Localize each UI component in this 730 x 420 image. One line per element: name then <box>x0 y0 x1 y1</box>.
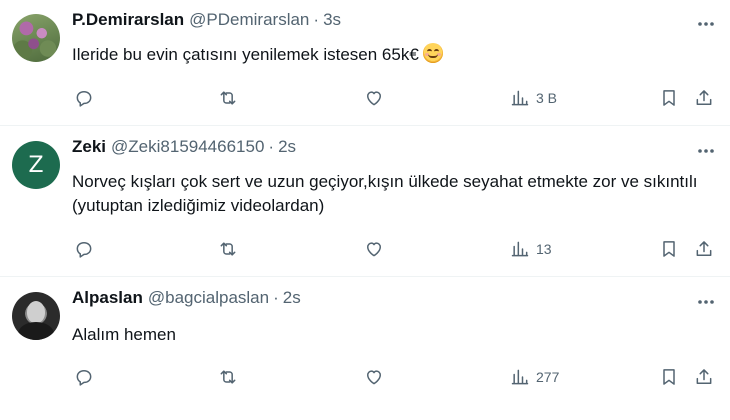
share-button[interactable] <box>694 86 714 110</box>
bookmark-button[interactable] <box>659 237 679 261</box>
retweet-button[interactable] <box>218 365 238 389</box>
share-icon <box>696 90 712 105</box>
tweet-actions: 277 <box>72 365 718 389</box>
display-name[interactable]: P.Demirarslan <box>72 10 184 30</box>
views-button[interactable]: 277 <box>510 365 559 389</box>
avatar[interactable]: Z <box>12 141 60 189</box>
reply-icon <box>76 370 92 386</box>
display-name[interactable]: Alpaslan <box>72 288 143 308</box>
avatar[interactable] <box>12 292 60 340</box>
share-button[interactable] <box>694 237 714 261</box>
tweet-1[interactable]: P.Demirarslan @PDemirarslan · 3s Ileride… <box>0 0 730 126</box>
timestamp[interactable]: 3s <box>323 10 341 30</box>
tweet-actions: 13 <box>72 237 718 261</box>
avatar[interactable] <box>12 14 60 62</box>
tweet-text: Alalım hemen <box>72 325 176 344</box>
ellipsis-icon <box>698 300 714 304</box>
tweet-text: Norveç kışları çok sert ve uzun geçiyor,… <box>72 172 698 215</box>
views-button[interactable]: 3 B <box>510 86 557 110</box>
user-handle[interactable]: @Zeki81594466150 <box>111 137 264 157</box>
share-button[interactable] <box>694 365 714 389</box>
more-options-button[interactable] <box>696 14 716 34</box>
avatar-letter: Z <box>28 152 44 178</box>
bookmark-button[interactable] <box>659 86 679 110</box>
bookmark-button[interactable] <box>659 365 679 389</box>
user-handle[interactable]: @PDemirarslan <box>189 10 309 30</box>
more-options-button[interactable] <box>696 292 716 312</box>
ellipsis-icon <box>698 149 714 153</box>
bar-chart-icon <box>511 369 529 385</box>
share-icon <box>696 369 712 384</box>
bookmark-icon <box>663 369 675 385</box>
views-count: 277 <box>536 369 560 385</box>
views-count: 13 <box>536 241 552 257</box>
reply-button[interactable] <box>74 365 94 389</box>
views-count: 3 B <box>536 90 558 106</box>
timestamp[interactable]: 2s <box>283 288 301 308</box>
reply-icon <box>76 91 92 107</box>
heart-icon <box>367 242 381 257</box>
retweet-icon <box>220 370 236 384</box>
like-button[interactable] <box>364 237 384 261</box>
smiling-face-emoji-icon <box>422 43 443 63</box>
reply-button[interactable] <box>74 237 94 261</box>
share-icon <box>696 241 712 256</box>
heart-icon <box>367 370 381 385</box>
tweet-header: Zeki @Zeki81594466150 · 2s <box>72 137 296 157</box>
retweet-button[interactable] <box>218 86 238 110</box>
retweet-icon <box>220 91 236 105</box>
separator-dot: · <box>273 288 279 307</box>
tweet-text-content: Ileride bu evin çatısını yenilemek istes… <box>72 45 419 64</box>
reply-button[interactable] <box>74 86 94 110</box>
separator-dot: · <box>268 137 275 156</box>
timestamp[interactable]: 2s <box>278 137 296 157</box>
bar-chart-icon <box>511 241 529 257</box>
bar-chart-icon <box>511 90 529 106</box>
tweet-3[interactable]: Alpaslan @bagcialpaslan · 2s Alalım heme… <box>0 278 730 420</box>
tweet-header: Alpaslan @bagcialpaslan · 2s <box>72 288 301 308</box>
tweet-actions: 3 B <box>72 86 718 110</box>
separator-dot: · <box>313 10 320 29</box>
tweet-header: P.Demirarslan @PDemirarslan · 3s <box>72 10 341 30</box>
ellipsis-icon <box>698 22 714 26</box>
retweet-button[interactable] <box>218 237 238 261</box>
like-button[interactable] <box>364 365 384 389</box>
reply-icon <box>76 242 92 258</box>
heart-icon <box>367 91 381 106</box>
tweet-2[interactable]: Z Zeki @Zeki81594466150 · 2s Norveç kışl… <box>0 127 730 277</box>
bookmark-icon <box>663 241 675 257</box>
bookmark-icon <box>663 90 675 106</box>
like-button[interactable] <box>364 86 384 110</box>
user-handle[interactable]: @bagcialpaslan <box>148 288 269 308</box>
more-options-button[interactable] <box>696 141 716 161</box>
views-button[interactable]: 13 <box>510 237 552 261</box>
retweet-icon <box>220 242 236 256</box>
tweet-text: Ileride bu evin çatısını yenilemek istes… <box>72 43 712 67</box>
display-name[interactable]: Zeki <box>72 137 106 157</box>
